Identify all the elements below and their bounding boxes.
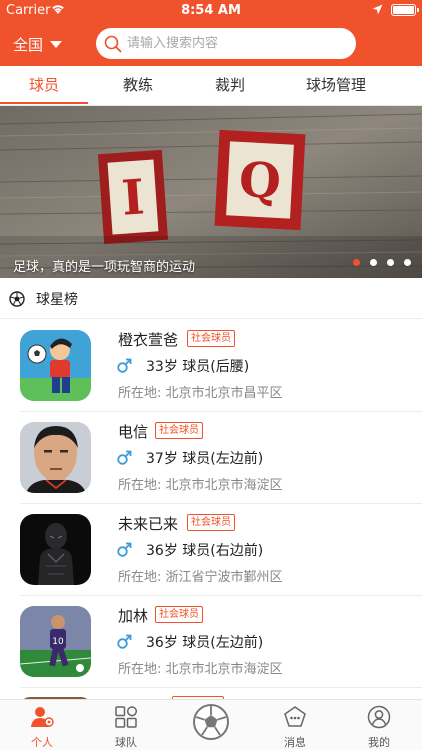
player-location: 所在地: 北京市北京市昌平区 xyxy=(118,386,283,401)
team-grid-icon xyxy=(115,706,138,728)
carousel-dot[interactable] xyxy=(387,259,394,266)
tab-referees[interactable]: 裁判 xyxy=(180,66,280,106)
tabbar-label: 消息 xyxy=(284,736,306,749)
tabbar-label: 我的 xyxy=(368,736,390,749)
player-location: 所在地: 北京市北京市海淀区 xyxy=(118,662,283,677)
tabbar-item-team[interactable]: 球队 xyxy=(84,700,168,750)
soccer-ball-center-icon[interactable] xyxy=(192,703,230,741)
player-type-badge: 社会球员 xyxy=(155,606,203,623)
person-icon xyxy=(31,707,54,727)
player-list-item[interactable]: 未来已来 社会球员 36岁 球员(右边前) 所在地: 浙江省宁波市鄞州区 xyxy=(0,504,422,596)
tab-field-management[interactable]: 球场管理 xyxy=(286,66,386,106)
clock: 8:54 AM xyxy=(181,3,241,18)
category-tabs: 球员 教练 裁判 球场管理 xyxy=(0,66,422,106)
player-type-badge: 社会球员 xyxy=(187,330,235,347)
player-list-item[interactable]: 电信 社会球员 37岁 球员(左边前) 所在地: 北京市北京市海淀区 xyxy=(0,412,422,504)
carousel-dot[interactable] xyxy=(404,259,411,266)
player-type-badge: 社会球员 xyxy=(155,422,203,439)
male-icon xyxy=(117,542,132,557)
status-bar: Carrier 8:54 AM xyxy=(0,0,422,22)
tabbar-item-mine[interactable]: 我的 xyxy=(337,700,421,750)
profile-icon xyxy=(367,705,391,729)
player-age-position: 33岁 球员(后腰) xyxy=(146,359,250,375)
tab-coaches[interactable]: 教练 xyxy=(88,66,188,106)
app-header: Carrier 8:54 AM 全国 xyxy=(0,0,422,66)
tabbar-label: 个人 xyxy=(31,736,53,749)
banner-carousel[interactable]: I Q 足球，真的是一项玩智商的运动 xyxy=(0,106,422,278)
male-icon xyxy=(117,634,132,649)
location-arrow-icon xyxy=(372,4,383,15)
bottom-tab-bar: 个人 球队 消息 我的 xyxy=(0,699,422,750)
region-label: 全国 xyxy=(13,35,44,54)
player-location: 所在地: 浙江省宁波市鄞州区 xyxy=(118,570,283,585)
block-i: I xyxy=(97,149,169,245)
player-type-badge: 社会球员 xyxy=(187,514,235,531)
tabbar-label: 球队 xyxy=(115,736,137,749)
player-list-item[interactable]: 橙衣萱爸 社会球员 33岁 球员(后腰) 所在地: 北京市北京市昌平区 xyxy=(0,320,422,412)
player-age-position: 36岁 球员(右边前) xyxy=(146,543,264,559)
search-bar[interactable] xyxy=(96,28,356,59)
carousel-indicator xyxy=(353,259,413,267)
search-input[interactable] xyxy=(127,36,347,51)
caret-down-icon xyxy=(50,40,63,48)
region-selector[interactable]: 全国 xyxy=(13,34,63,54)
player-name: 未来已来 xyxy=(118,515,179,533)
search-icon xyxy=(104,35,122,52)
player-name: 橙衣萱爸 xyxy=(118,331,179,349)
male-icon xyxy=(117,450,132,465)
section-title: 球星榜 xyxy=(36,291,78,308)
divider xyxy=(20,687,422,688)
message-icon xyxy=(284,706,306,727)
block-q: Q xyxy=(214,129,306,231)
player-age-position: 36岁 球员(左边前) xyxy=(146,635,264,651)
male-icon xyxy=(117,358,132,373)
player-list: 橙衣萱爸 社会球员 33岁 球员(后腰) 所在地: 北京市北京市昌平区 电信 社 xyxy=(0,320,422,699)
banner-caption: 足球，真的是一项玩智商的运动 xyxy=(13,260,196,275)
svg-text:10: 10 xyxy=(52,637,64,647)
player-age-position: 37岁 球员(左边前) xyxy=(146,451,264,467)
banner-image: I Q xyxy=(0,106,422,278)
carousel-dot[interactable] xyxy=(370,259,377,266)
player-avatar: 10 xyxy=(20,606,91,677)
star-ranking-header: 球星榜 xyxy=(0,279,422,319)
active-tab-indicator xyxy=(0,102,88,104)
player-avatar xyxy=(20,422,91,493)
battery-icon xyxy=(391,4,419,16)
soccer-ball-icon xyxy=(9,290,25,307)
player-location: 所在地: 北京市北京市海淀区 xyxy=(118,478,283,493)
player-avatar xyxy=(20,514,91,585)
tab-players[interactable]: 球员 xyxy=(0,66,88,106)
player-name: 电信 xyxy=(118,423,149,441)
block-letter-i: I xyxy=(120,169,146,226)
carousel-dot[interactable] xyxy=(353,259,360,266)
player-name: 加林 xyxy=(118,607,149,625)
player-list-item[interactable]: 10 加林 社会球员 36岁 球员(左边前) 所在地: 北京市北京市海淀区 xyxy=(0,596,422,688)
block-letter-q: Q xyxy=(238,152,283,210)
tabbar-item-messages[interactable]: 消息 xyxy=(253,700,337,750)
player-avatar xyxy=(20,330,91,401)
tabbar-item-personal[interactable]: 个人 xyxy=(0,700,84,750)
